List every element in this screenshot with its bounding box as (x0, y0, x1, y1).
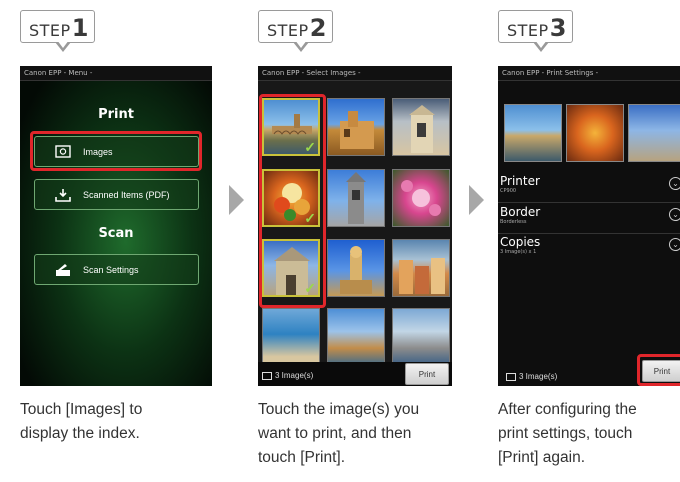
scanned-items-label: Scanned Items (PDF) (83, 189, 170, 200)
step3-badge: STEP 3 (498, 10, 574, 52)
status-bar: Canon EPP - Select Images - (258, 66, 452, 81)
scan-settings-icon (55, 263, 71, 277)
menu-screen: Canon EPP - Menu - Print Images Scanned … (20, 66, 212, 386)
thumbnail[interactable] (392, 98, 450, 156)
chevron-down-icon: ⌄ (669, 238, 680, 251)
select-images-screen: Canon EPP - Select Images - ✓ ✓ ✓ 3 Imag… (258, 66, 452, 386)
thumbnail[interactable] (327, 239, 385, 297)
arrow-right-icon (469, 185, 484, 215)
image-count: 3 Image(s) (506, 372, 557, 381)
print-settings-screen: Canon EPP - Print Settings - Printer CP9… (498, 66, 680, 386)
thumbnail[interactable] (392, 308, 450, 366)
chevron-down-icon: ⌄ (669, 177, 680, 190)
images-highlight (30, 131, 202, 171)
copies-setting[interactable]: Copies 3 Image(s) x 1 ⌄ (500, 236, 680, 255)
image-count-icon (506, 372, 516, 381)
step2-badge: STEP 2 (258, 10, 334, 52)
thumbnail[interactable] (392, 169, 450, 227)
step3-caption: After configuring the print settings, to… (498, 401, 637, 466)
step1-caption: Touch [Images] to display the index. (20, 401, 143, 442)
arrow-right-icon (229, 185, 244, 215)
thumbnail[interactable] (327, 169, 385, 227)
border-setting[interactable]: Border Borderless ⌄ (500, 206, 680, 225)
download-icon (55, 188, 71, 202)
thumbnail (566, 104, 624, 162)
thumbnail[interactable] (262, 308, 320, 366)
print-heading: Print (98, 107, 134, 122)
thumbnail[interactable] (392, 239, 450, 297)
print-highlight (637, 354, 680, 386)
step1-badge: STEP 1 (20, 10, 96, 52)
step2-caption: Touch the image(s) you want to print, an… (258, 401, 420, 466)
image-count: 3 Image(s) (262, 371, 313, 380)
scan-settings-button[interactable]: Scan Settings (34, 254, 199, 285)
thumbnail[interactable] (327, 308, 385, 366)
status-bar: Canon EPP - Menu - (20, 66, 212, 81)
selection-highlight (259, 94, 326, 308)
scanned-items-button[interactable]: Scanned Items (PDF) (34, 179, 199, 210)
chevron-down-icon: ⌄ (669, 208, 680, 221)
thumbnail (504, 104, 562, 162)
image-count-icon (262, 371, 272, 380)
print-button[interactable]: Print (405, 363, 449, 385)
thumbnail (628, 104, 680, 162)
scan-settings-label: Scan Settings (83, 264, 139, 275)
status-bar: Canon EPP - Print Settings - (498, 66, 680, 81)
printer-setting[interactable]: Printer CP900 ⌄ (500, 175, 680, 194)
thumbnail[interactable] (327, 98, 385, 156)
scan-heading: Scan (98, 226, 134, 241)
